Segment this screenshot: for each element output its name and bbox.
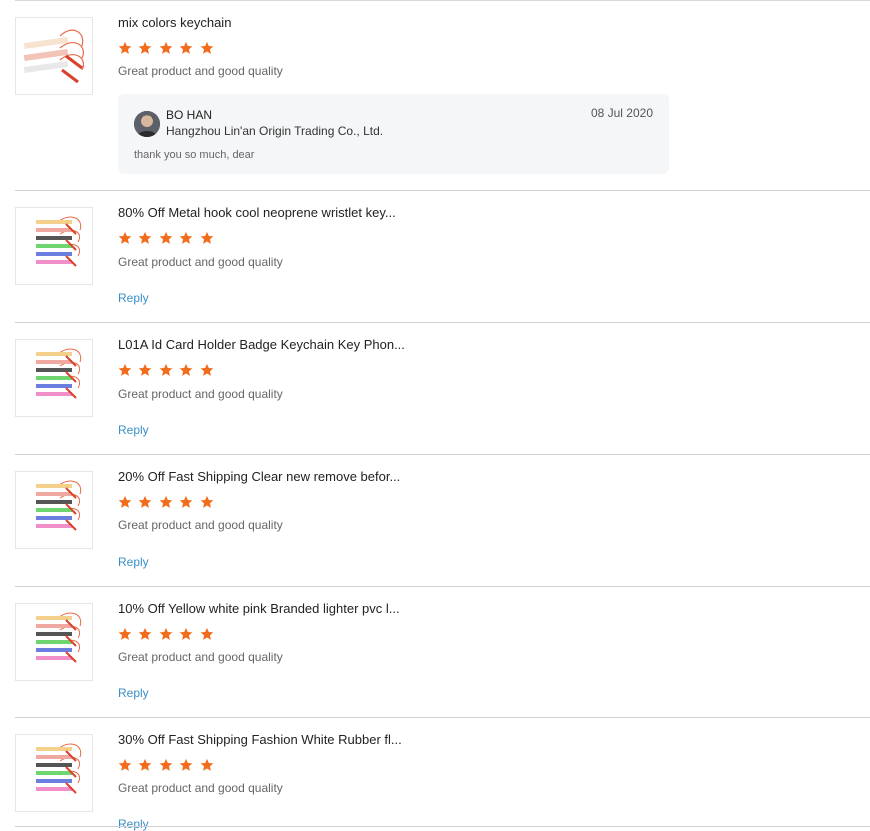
reply-link[interactable]: Reply [118,817,149,831]
review-item: mix colors keychain Great product and go… [15,0,870,191]
product-title[interactable]: 20% Off Fast Shipping Clear new remove b… [118,469,400,484]
star-icon [159,627,173,646]
product-title[interactable]: mix colors keychain [118,15,231,30]
star-icon [179,627,193,646]
star-icon [200,627,214,646]
star-icon [118,231,132,250]
star-icon [179,41,193,60]
product-thumbnail[interactable] [15,471,93,549]
star-icon [138,231,152,250]
avatar [134,111,160,137]
star-icon [118,627,132,646]
star-rating [118,41,216,55]
review-item: 30% Off Fast Shipping Fashion White Rubb… [15,718,870,831]
star-icon [159,495,173,514]
seller-reply: BO HAN Hangzhou Lin'an Origin Trading Co… [118,94,669,174]
star-icon [138,758,152,777]
star-icon [138,41,152,60]
star-icon [200,41,214,60]
product-thumbnail[interactable] [15,734,93,812]
star-icon [159,231,173,250]
star-icon [179,231,193,250]
reply-link[interactable]: Reply [118,555,149,569]
review-comment: Great product and good quality [118,64,283,78]
product-title[interactable]: 30% Off Fast Shipping Fashion White Rubb… [118,732,402,747]
star-icon [200,495,214,514]
review-item: 10% Off Yellow white pink Branded lighte… [15,587,870,718]
product-thumbnail[interactable] [15,339,93,417]
review-item: 80% Off Metal hook cool neoprene wristle… [15,191,870,323]
product-title[interactable]: L01A Id Card Holder Badge Keychain Key P… [118,337,405,352]
reply-link[interactable]: Reply [118,291,149,305]
seller-company: Hangzhou Lin'an Origin Trading Co., Ltd. [166,124,384,138]
product-title[interactable]: 80% Off Metal hook cool neoprene wristle… [118,205,396,220]
star-rating [118,363,216,377]
review-item: 20% Off Fast Shipping Clear new remove b… [15,455,870,587]
star-icon [138,495,152,514]
star-rating [118,231,216,245]
star-icon [200,231,214,250]
star-icon [200,363,214,382]
star-rating [118,627,216,641]
product-thumbnail[interactable] [15,17,93,95]
star-icon [118,363,132,382]
star-icon [118,495,132,514]
star-icon [200,758,214,777]
product-title[interactable]: 10% Off Yellow white pink Branded lighte… [118,601,400,616]
product-thumbnail[interactable] [15,207,93,285]
star-icon [159,758,173,777]
review-comment: Great product and good quality [118,518,283,532]
seller-message: thank you so much, dear [134,149,255,161]
star-icon [179,758,193,777]
review-comment: Great product and good quality [118,781,283,795]
reply-link[interactable]: Reply [118,423,149,437]
star-icon [138,363,152,382]
star-icon [179,495,193,514]
star-rating [118,495,216,509]
star-icon [118,41,132,60]
review-comment: Great product and good quality [118,650,283,664]
star-icon [118,758,132,777]
star-rating [118,758,216,772]
star-icon [138,627,152,646]
product-thumbnail[interactable] [15,603,93,681]
review-comment: Great product and good quality [118,255,283,269]
seller-name: BO HAN [166,108,213,122]
star-icon [159,363,173,382]
review-item: L01A Id Card Holder Badge Keychain Key P… [15,323,870,455]
review-comment: Great product and good quality [118,387,283,401]
star-icon [179,363,193,382]
star-icon [159,41,173,60]
reply-date: 08 Jul 2020 [590,106,653,120]
reply-link[interactable]: Reply [118,686,149,700]
